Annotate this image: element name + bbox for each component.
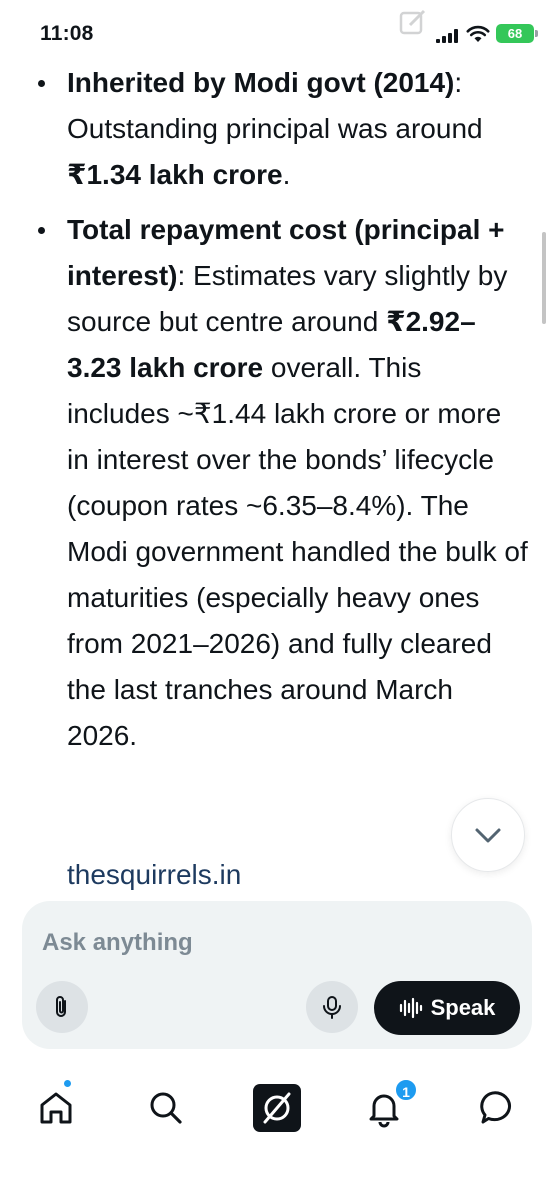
bullet-text: Inherited by Modi govt (2014): Outstandi… — [67, 67, 483, 190]
notification-count-badge: 1 — [394, 1078, 418, 1102]
status-time: 11:08 — [40, 22, 94, 45]
scrollbar[interactable] — [542, 232, 546, 324]
nav-messages[interactable] — [472, 1082, 524, 1134]
answer-content: Inherited by Modi govt (2014): Outstandi… — [0, 56, 554, 890]
bullet-heading: Inherited by Modi govt (2014) — [67, 67, 455, 98]
grok-icon — [253, 1084, 301, 1132]
ask-input[interactable]: Ask anything — [42, 929, 193, 957]
signal-icon — [436, 29, 458, 43]
home-icon — [40, 1092, 72, 1124]
chevron-down-icon — [475, 828, 501, 843]
nav-home[interactable] — [30, 1082, 82, 1134]
source-link[interactable]: thesquirrels.in — [67, 852, 241, 890]
list-item: Total repayment cost (principal + intere… — [28, 207, 528, 759]
search-icon — [150, 1092, 182, 1124]
nav-search[interactable] — [140, 1082, 192, 1134]
bullet-text: Total repayment cost (principal + intere… — [67, 214, 528, 751]
wifi-icon — [466, 25, 490, 42]
waveform-icon — [399, 997, 422, 1019]
nav-grok[interactable] — [251, 1082, 303, 1134]
microphone-icon — [323, 996, 341, 1019]
mic-button[interactable] — [306, 981, 358, 1033]
battery-level: 68 — [507, 26, 523, 41]
messages-icon — [480, 1091, 511, 1124]
bullet-dot — [38, 80, 45, 87]
grok-glyph — [263, 1092, 291, 1124]
speak-button[interactable]: Speak — [374, 981, 520, 1035]
scroll-down-button[interactable] — [451, 798, 525, 872]
attach-button[interactable] — [36, 981, 88, 1033]
speak-label: Speak — [430, 995, 496, 1020]
paperclip-icon — [56, 996, 66, 1017]
bullet-dot — [38, 227, 45, 234]
compose-icon — [399, 9, 426, 35]
status-bar: 11:08 68 — [0, 0, 554, 62]
bottom-nav: 1 — [0, 1066, 554, 1199]
list-item: Inherited by Modi govt (2014): Outstandi… — [28, 60, 528, 198]
home-unread-dot — [62, 1078, 73, 1089]
composer: Ask anything Speak — [22, 901, 532, 1049]
battery-icon: 68 — [496, 24, 538, 43]
